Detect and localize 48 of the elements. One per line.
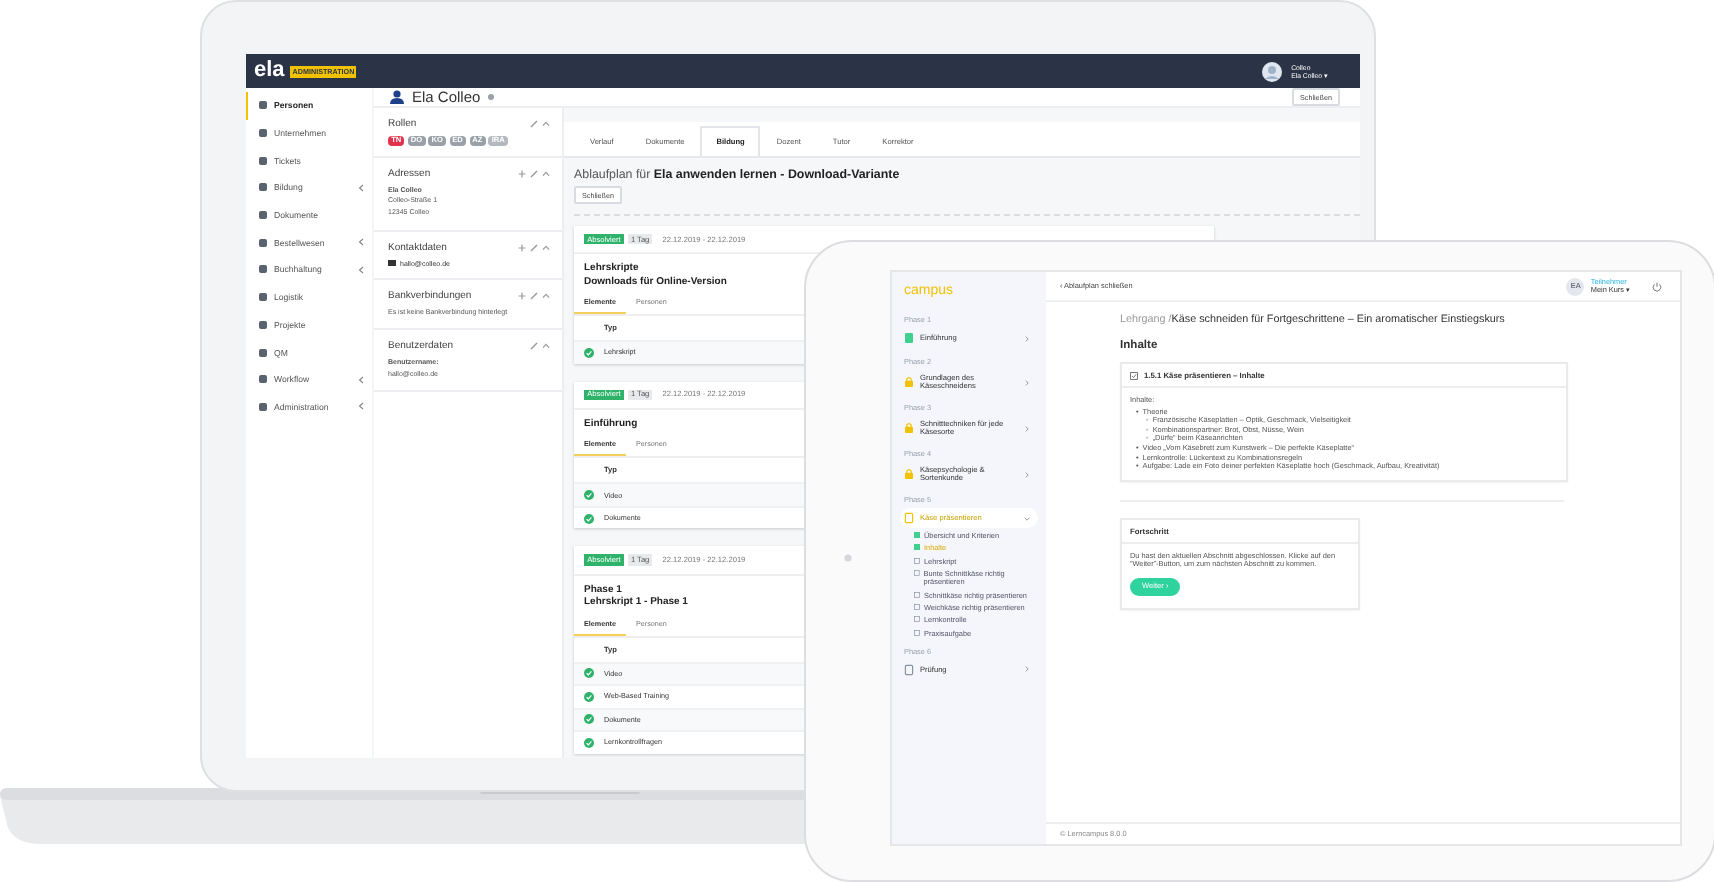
chevron-icon xyxy=(358,375,364,384)
plus-icon xyxy=(518,291,526,300)
chevron-icon xyxy=(1024,666,1030,673)
avatar-icon xyxy=(1261,61,1282,81)
document-icon xyxy=(904,332,914,344)
pencil-icon xyxy=(530,169,538,178)
lock-icon xyxy=(904,376,914,388)
pencil-icon xyxy=(530,342,538,351)
chevron-icon xyxy=(358,183,364,192)
menu-item-icon xyxy=(258,347,268,358)
pencil-icon xyxy=(530,291,538,300)
logo: ela xyxy=(254,60,285,82)
menu-item-icon xyxy=(258,182,268,193)
check-circle-icon xyxy=(584,691,594,702)
menu-item-icon xyxy=(258,374,268,385)
caret-icon xyxy=(542,120,550,128)
chevron-icon xyxy=(358,238,364,247)
document-icon xyxy=(904,512,914,524)
plus-icon xyxy=(518,243,526,252)
menu-item-icon xyxy=(258,401,268,412)
lock-icon xyxy=(904,422,914,434)
status-dot-icon xyxy=(488,94,495,100)
menu-item-icon xyxy=(258,100,268,111)
menu-item-icon xyxy=(258,264,268,275)
menu-item-icon xyxy=(258,237,268,248)
lock-icon xyxy=(904,468,914,480)
camera-icon xyxy=(844,554,852,562)
chevron-icon xyxy=(1024,515,1030,521)
chevron-icon xyxy=(358,402,364,411)
check-circle-icon xyxy=(584,490,594,501)
logout-icon xyxy=(1652,281,1662,291)
checkbox-icon xyxy=(1130,371,1138,379)
check-circle-icon xyxy=(584,737,594,748)
document-icon xyxy=(904,663,914,676)
menu-item-icon xyxy=(258,128,268,139)
chevron-icon xyxy=(358,265,364,274)
menu-item-icon xyxy=(258,210,268,221)
menu-item-icon xyxy=(258,292,268,303)
check-circle-icon xyxy=(584,347,594,358)
check-circle-icon xyxy=(584,513,594,524)
pencil-icon xyxy=(530,243,538,252)
person-icon xyxy=(390,90,404,104)
pencil-icon xyxy=(530,120,538,128)
menu-item-icon xyxy=(258,319,268,330)
check-circle-icon xyxy=(584,714,594,725)
plus-icon xyxy=(518,169,526,178)
menu-item-icon xyxy=(258,155,268,166)
check-circle-icon xyxy=(584,668,594,679)
